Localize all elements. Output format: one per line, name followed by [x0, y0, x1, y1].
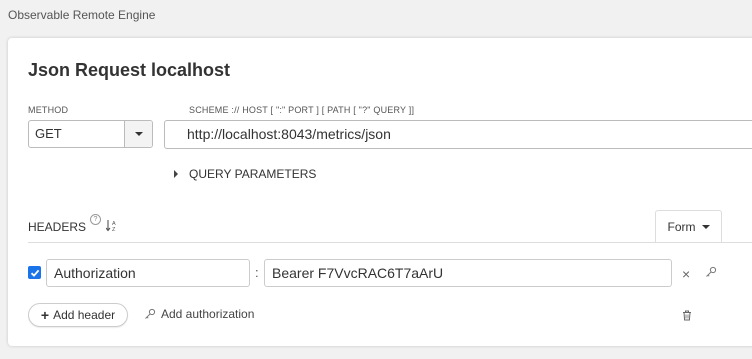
- chevron-down-icon: [134, 132, 143, 136]
- method-select[interactable]: GET: [28, 120, 153, 148]
- close-icon[interactable]: ×: [682, 266, 690, 282]
- help-icon[interactable]: ?: [90, 214, 101, 225]
- request-card: Json Request localhost METHOD SCHEME ://…: [8, 38, 752, 346]
- add-header-button[interactable]: + Add header: [28, 303, 128, 327]
- sort-alpha-icon[interactable]: A Z: [105, 219, 118, 235]
- checkbox-checked-icon: [30, 269, 39, 277]
- query-parameters-toggle[interactable]: QUERY PARAMETERS: [174, 167, 316, 181]
- headers-label: HEADERS: [28, 220, 87, 234]
- headers-bar: HEADERS ? A Z Form: [28, 210, 752, 243]
- caret-right-icon: [174, 170, 178, 178]
- app-title: Observable Remote Engine: [8, 8, 156, 22]
- add-header-label: Add header: [53, 308, 116, 322]
- chevron-down-icon: [701, 224, 710, 229]
- header-separator: :: [255, 265, 259, 280]
- url-input[interactable]: http://localhost:8043/metrics/json: [164, 120, 752, 149]
- header-name-input[interactable]: Authorization: [46, 259, 250, 287]
- key-icon[interactable]: [705, 265, 717, 283]
- svg-text:Z: Z: [112, 227, 116, 232]
- request-title: Json Request localhost: [28, 60, 231, 80]
- key-icon: [145, 308, 156, 319]
- trash-icon[interactable]: [682, 308, 692, 326]
- add-authorization-label: Add authorization: [161, 307, 255, 321]
- headers-mode-label: Form: [667, 219, 696, 234]
- query-parameters-label: QUERY PARAMETERS: [189, 167, 317, 181]
- plus-icon: +: [40, 307, 50, 323]
- method-dropdown-button[interactable]: [124, 121, 152, 147]
- url-label: SCHEME :// HOST [ ":" PORT ] [ PATH [ "?…: [189, 105, 415, 115]
- method-label: METHOD: [28, 105, 69, 115]
- headers-mode-dropdown[interactable]: Form: [655, 210, 722, 242]
- method-value: GET: [35, 126, 62, 141]
- add-authorization-link[interactable]: Add authorization: [144, 307, 254, 321]
- header-value-input[interactable]: Bearer F7VvcRAC6T7aArU: [264, 259, 672, 287]
- header-enabled-checkbox[interactable]: [28, 266, 41, 279]
